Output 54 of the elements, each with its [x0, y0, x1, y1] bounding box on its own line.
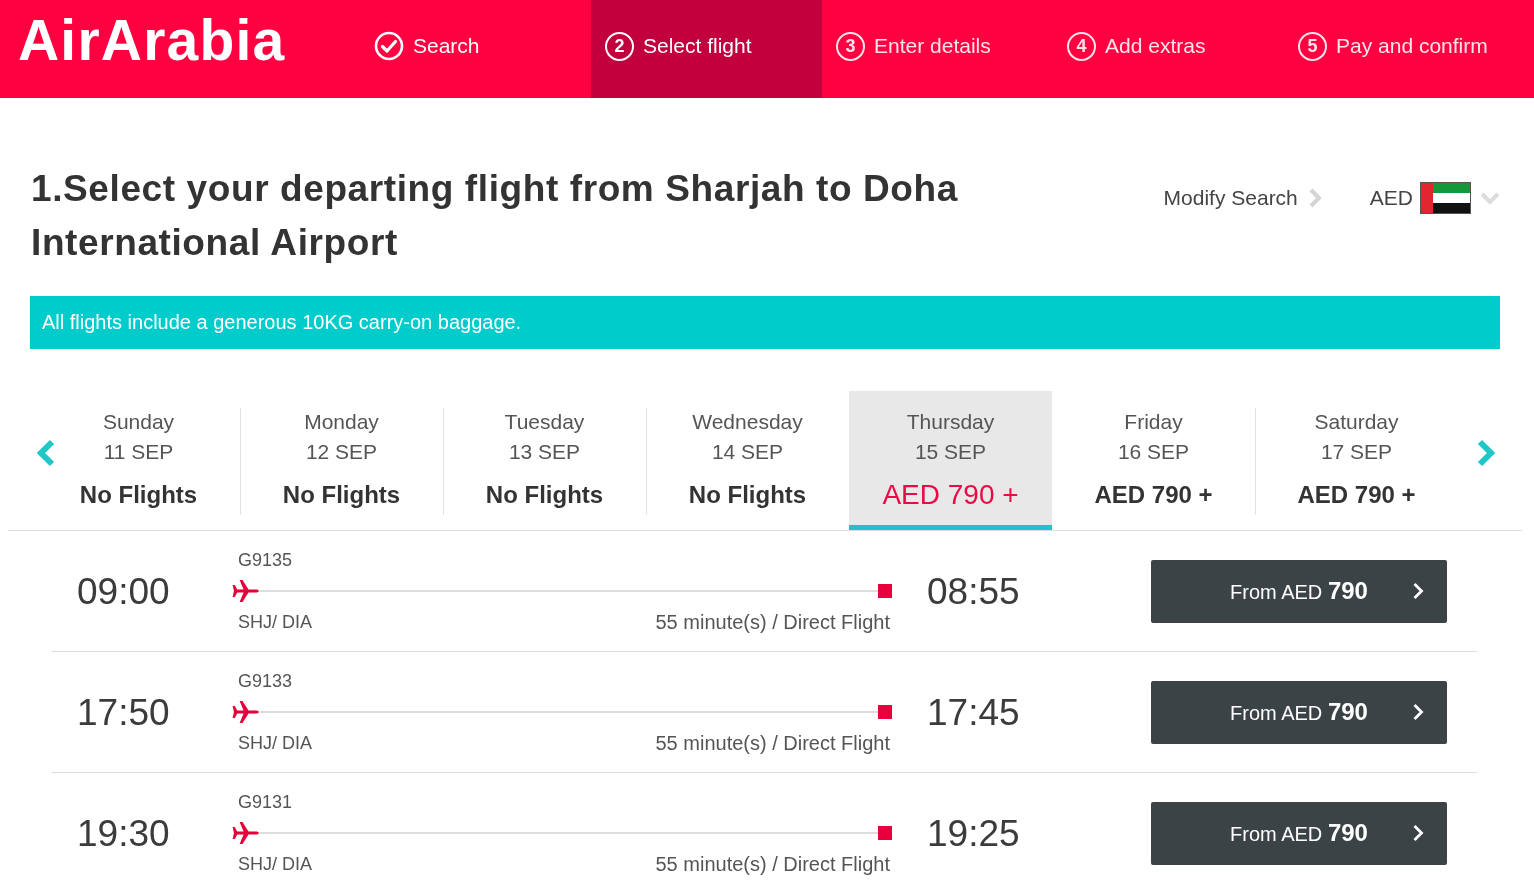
step-label: Enter details — [874, 34, 991, 58]
chevron-right-icon — [1307, 188, 1322, 208]
flag-icon — [1420, 182, 1471, 214]
square-marker-icon — [878, 584, 892, 598]
departure-time: 19:30 — [76, 814, 171, 852]
arrival-time: 08:55 — [927, 572, 1020, 610]
date-tab[interactable]: Wednesday 14 SEP No Flights — [646, 391, 849, 530]
chevron-right-icon — [1412, 582, 1424, 600]
modify-search-link[interactable]: Modify Search — [1163, 186, 1322, 210]
banner-text: All flights include a generous 10KG carry-on baggage. — [42, 311, 522, 334]
duration-text: 55 minute(s) / Direct Flight — [655, 732, 891, 754]
next-arrow-icon[interactable] — [1476, 439, 1496, 467]
date-tab[interactable]: Friday 16 SEP AED 790 + — [1052, 391, 1255, 530]
square-marker-icon — [878, 705, 892, 719]
logo-text: AirArabia — [18, 11, 286, 69]
step-number: 3 — [836, 31, 865, 61]
duration-text: 55 minute(s) / Direct Flight — [655, 853, 891, 875]
chevron-right-icon — [1412, 824, 1424, 842]
departure-time: 17:50 — [76, 693, 171, 731]
select-fare-button[interactable]: From AED 790 — [1151, 680, 1447, 744]
chevron-right-icon — [1412, 703, 1424, 721]
page-title: 1.Select your departing flight from Sharjah to Doha International Airport — [31, 167, 959, 265]
date-tab[interactable]: Thursday 15 SEP AED 790 + — [849, 391, 1052, 530]
arrival-time: 17:45 — [927, 693, 1020, 731]
airplane-icon — [232, 579, 260, 603]
airplane-icon — [232, 700, 260, 724]
route-code: SHJ/ DIA — [237, 732, 312, 754]
currency-selector[interactable]: AED — [1369, 182, 1500, 214]
date-tab[interactable]: Monday 12 SEP No Flights — [240, 391, 443, 530]
route-code: SHJ/ DIA — [237, 853, 312, 875]
flight-number: G9133 — [237, 670, 293, 692]
select-fare-button[interactable]: From AED 790 — [1151, 559, 1447, 623]
step-number: 5 — [1298, 31, 1327, 61]
departure-time: 09:00 — [76, 572, 171, 610]
airplane-icon — [232, 821, 260, 845]
duration-text: 55 minute(s) / Direct Flight — [655, 611, 891, 633]
date-tab[interactable]: Sunday 11 SEP No Flights — [37, 391, 240, 530]
step-label: Select flight — [643, 34, 752, 58]
step-label: Search — [413, 34, 480, 58]
date-tab[interactable]: Saturday 17 SEP AED 790 + — [1255, 391, 1458, 530]
check-circle-icon — [374, 31, 404, 61]
step-label: Pay and confirm — [1336, 34, 1488, 58]
step-number: 4 — [1067, 31, 1096, 61]
previous-arrow-icon[interactable] — [36, 439, 56, 467]
step-label: Add extras — [1105, 34, 1206, 58]
step-number: 2 — [605, 31, 634, 61]
date-tab[interactable]: Tuesday 13 SEP No Flights — [443, 391, 646, 530]
chevron-down-icon — [1480, 191, 1500, 205]
flight-number: G9131 — [237, 791, 293, 813]
square-marker-icon — [878, 826, 892, 840]
arrival-time: 19:25 — [927, 814, 1020, 852]
route-code: SHJ/ DIA — [237, 611, 312, 633]
select-fare-button[interactable]: From AED 790 — [1151, 801, 1447, 865]
flight-number: G9135 — [237, 549, 293, 571]
